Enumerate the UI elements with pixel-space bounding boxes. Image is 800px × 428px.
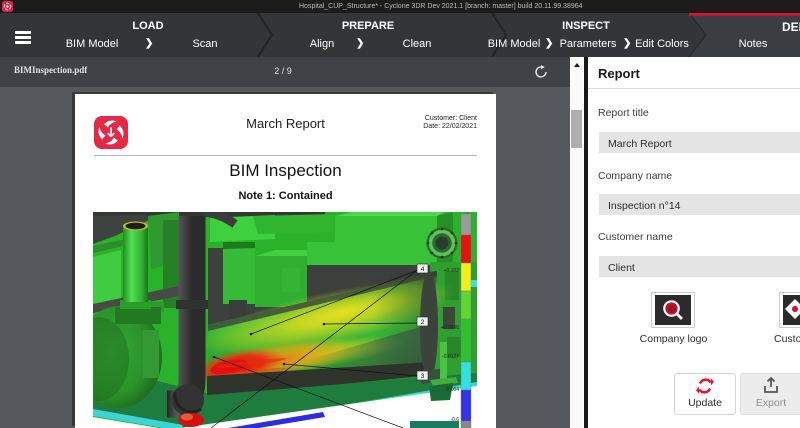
svg-text:2: 2 [421, 319, 425, 326]
svg-text:+0.0966: +0.0966 [441, 325, 459, 331]
svg-text:-0.0127: -0.0127 [442, 354, 459, 360]
svg-text:4: 4 [421, 266, 425, 273]
svg-text:+0.102: +0.102 [444, 268, 460, 274]
svg-text:-0.064: -0.064 [445, 387, 459, 393]
svg-text:-0.6: -0.6 [450, 417, 459, 423]
svg-text:3: 3 [421, 373, 425, 380]
